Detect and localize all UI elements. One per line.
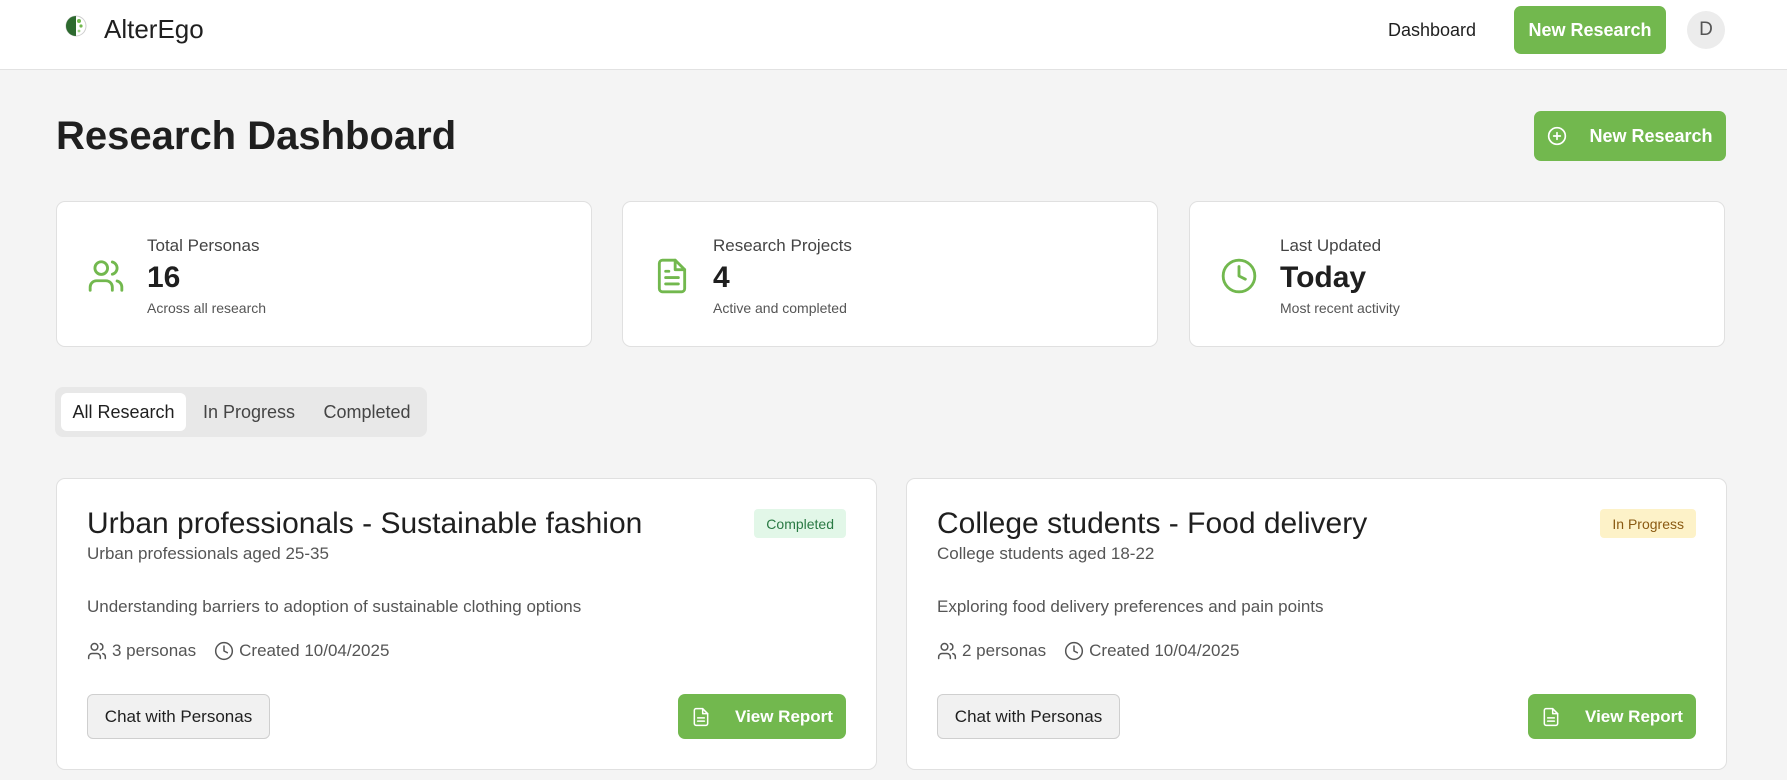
research-meta: 3 personas Created 10/04/2025 [87, 641, 407, 661]
clock-icon [1220, 257, 1258, 295]
users-icon [87, 257, 125, 295]
tab-all-research[interactable]: All Research [61, 393, 186, 431]
view-report-button[interactable]: View Report [678, 694, 846, 739]
brand[interactable]: AlterEgo [64, 14, 204, 45]
stat-value: Today [1280, 261, 1367, 294]
clock-icon [1065, 641, 1084, 661]
stat-subtext: Most recent activity [1280, 300, 1400, 316]
stat-value: 4 [713, 261, 730, 294]
document-icon [653, 257, 691, 295]
view-report-button[interactable]: View Report [1528, 694, 1696, 739]
created-date: Created 10/04/2025 [239, 641, 390, 660]
research-card: College students - Food delivery College… [906, 478, 1727, 770]
research-description: Understanding barriers to adoption of su… [87, 597, 582, 616]
research-filter-tabs: All Research In Progress Completed [55, 387, 427, 437]
persona-count: 3 personas [112, 641, 197, 660]
stat-label: Total Personas [147, 236, 260, 255]
research-audience: College students aged 18-22 [937, 544, 1155, 563]
research-card: Urban professionals - Sustainable fashio… [56, 478, 877, 770]
research-title: College students - Food delivery [937, 507, 1368, 540]
view-report-label: View Report [1585, 706, 1683, 726]
tab-in-progress[interactable]: In Progress [192, 393, 306, 431]
research-meta: 2 personas Created 10/04/2025 [937, 641, 1257, 661]
view-report-label: View Report [735, 706, 833, 726]
stat-label: Research Projects [713, 236, 852, 255]
document-icon [691, 707, 711, 727]
stat-subtext: Active and completed [713, 300, 847, 316]
new-research-label: New Research [1589, 125, 1713, 146]
chat-with-personas-button[interactable]: Chat with Personas [87, 694, 270, 739]
stat-label: Last Updated [1280, 236, 1382, 255]
stat-card-last-updated: Last Updated Today Most recent activity [1189, 201, 1725, 347]
persona-count: 2 personas [962, 641, 1047, 660]
plus-circle-icon [1547, 126, 1567, 146]
top-navigation-bar: AlterEgo Dashboard New Research D [0, 0, 1787, 70]
logo-icon [64, 14, 88, 45]
stat-card-total-personas: Total Personas 16 Across all research [56, 201, 592, 347]
stat-card-research-projects: Research Projects 4 Active and completed [622, 201, 1158, 347]
nav-new-research-button[interactable]: New Research [1514, 6, 1666, 54]
status-badge: In Progress [1600, 509, 1696, 538]
stat-subtext: Across all research [147, 300, 267, 316]
users-icon [87, 642, 107, 660]
created-date: Created 10/04/2025 [1089, 641, 1240, 660]
app-name: AlterEgo [104, 14, 204, 44]
status-badge: Completed [754, 509, 846, 538]
users-icon [937, 642, 957, 660]
research-description: Exploring food delivery preferences and … [937, 597, 1324, 616]
stat-value: 16 [147, 261, 181, 294]
research-audience: Urban professionals aged 25-35 [87, 544, 329, 563]
clock-icon [215, 641, 234, 661]
page-title: Research Dashboard [56, 114, 457, 158]
research-title: Urban professionals - Sustainable fashio… [87, 507, 643, 540]
chat-with-personas-button[interactable]: Chat with Personas [937, 694, 1120, 739]
user-avatar[interactable]: D [1687, 11, 1725, 49]
tab-completed[interactable]: Completed [313, 393, 421, 431]
document-icon [1541, 707, 1561, 727]
new-research-button[interactable]: New Research [1534, 111, 1726, 161]
nav-dashboard-link[interactable]: Dashboard [1388, 20, 1476, 41]
